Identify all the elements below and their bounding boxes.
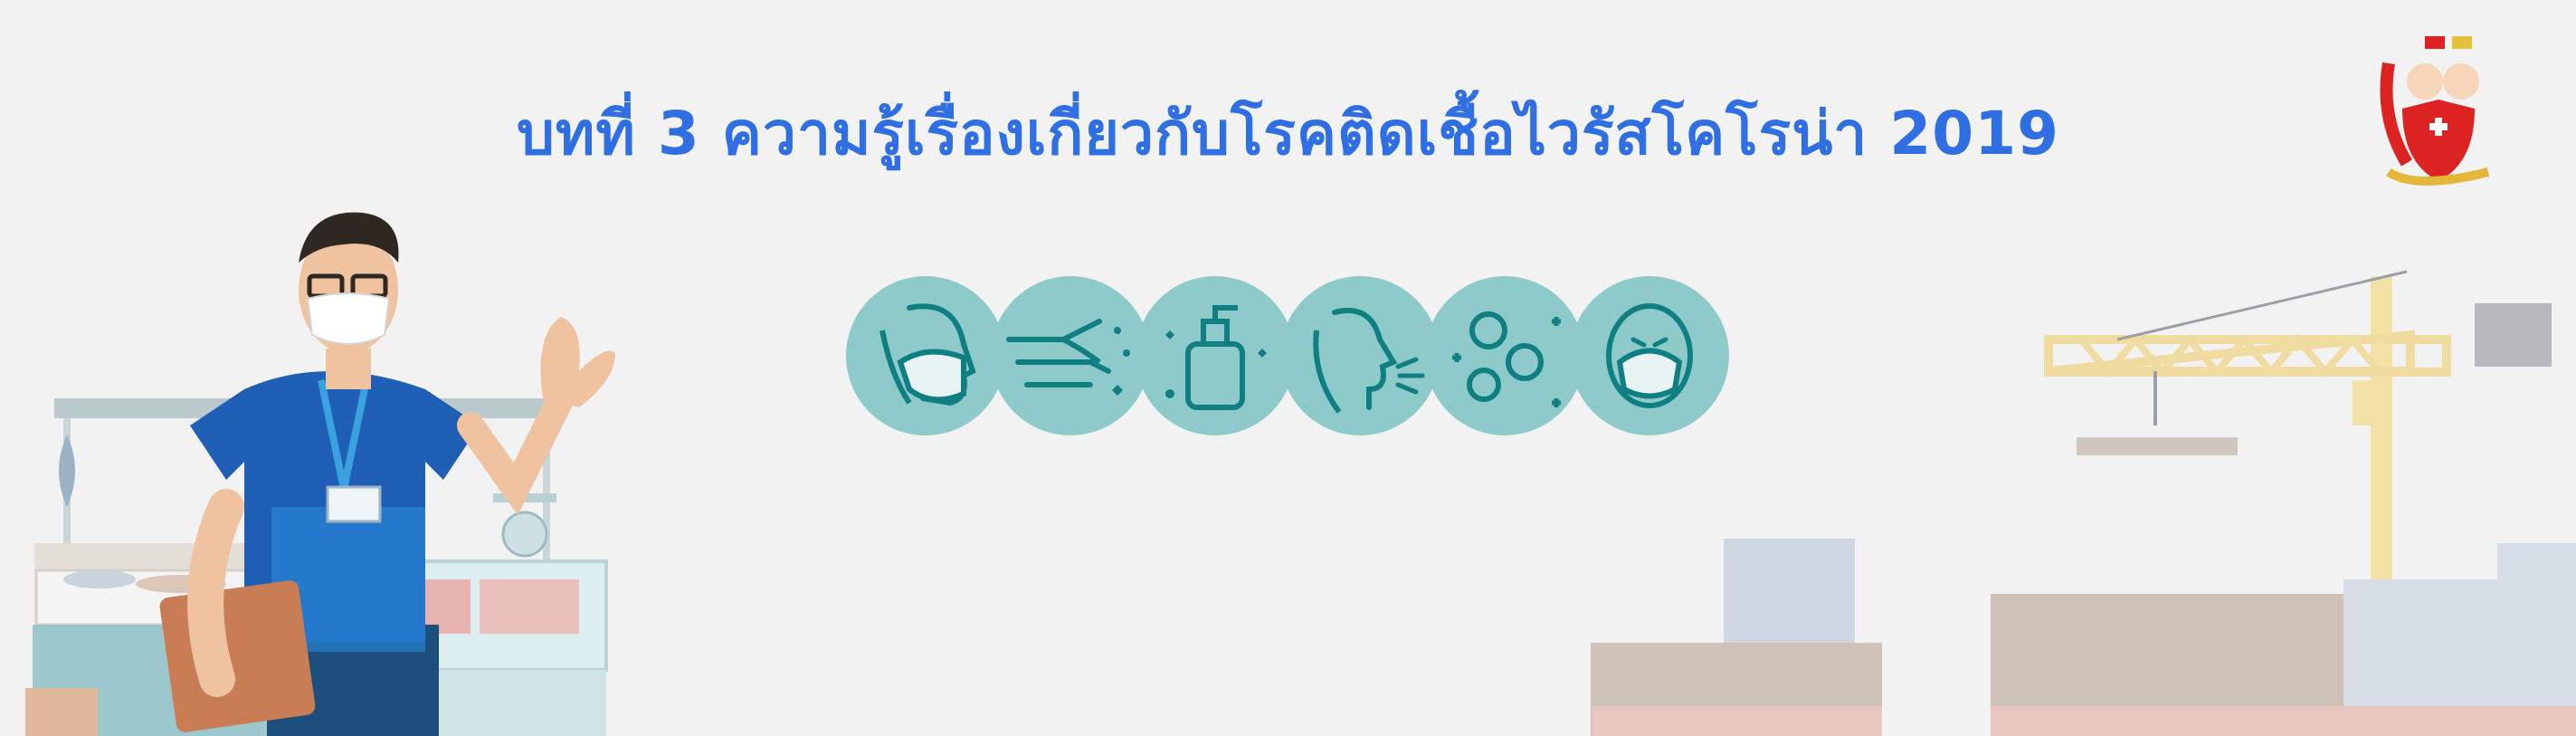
ministry-logo bbox=[2380, 36, 2490, 186]
construction-scene bbox=[1591, 270, 2576, 736]
